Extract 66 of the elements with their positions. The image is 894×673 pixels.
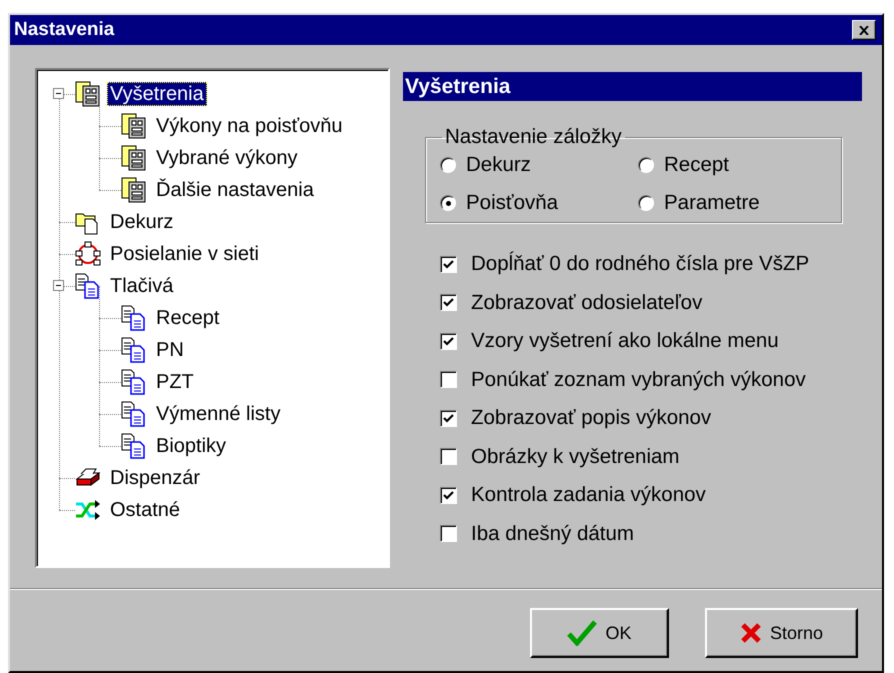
documents-icon bbox=[75, 273, 101, 299]
tree-item[interactable]: Ďalšie nastavenia bbox=[153, 178, 317, 202]
radio-button[interactable] bbox=[638, 157, 654, 173]
checkbox-label[interactable]: Obrázky k vyšetreniam bbox=[471, 444, 680, 469]
radio-label[interactable]: Poisťovňa bbox=[466, 191, 558, 215]
checkmark-icon bbox=[443, 258, 454, 270]
tree-item[interactable]: Dispenzár bbox=[107, 466, 204, 490]
tree-item[interactable]: Posielanie v sieti bbox=[107, 242, 262, 266]
checkbox-label[interactable]: Kontrola zadania výkonov bbox=[471, 483, 706, 508]
radio-button[interactable] bbox=[440, 157, 456, 173]
group-title: Nastavenie záložky bbox=[444, 125, 623, 149]
documents-icon bbox=[121, 305, 147, 331]
checkbox[interactable] bbox=[440, 486, 457, 504]
form-icon bbox=[75, 81, 101, 107]
form-icon bbox=[121, 177, 147, 203]
checkbox-label[interactable]: Iba dnešný dátum bbox=[471, 522, 634, 546]
network-icon bbox=[75, 241, 101, 267]
cross-icon bbox=[740, 622, 762, 644]
checkbox-label[interactable]: Vzory vyšetrení ako lokálne menu bbox=[471, 329, 779, 354]
collapse-toggle[interactable] bbox=[53, 88, 64, 99]
checkbox-label[interactable]: Zobrazovať odosielateľov bbox=[471, 290, 702, 315]
window-title: Nastavenia bbox=[14, 19, 114, 41]
close-button[interactable] bbox=[852, 20, 876, 40]
tree-item[interactable]: Recept bbox=[153, 306, 222, 330]
collapse-toggle[interactable] bbox=[53, 280, 64, 291]
shuffle-arrows-icon bbox=[75, 497, 101, 523]
checkmark-icon bbox=[443, 297, 454, 308]
checkmark-icon bbox=[567, 620, 598, 646]
checkbox-label[interactable]: Ponúkať zoznam vybraných výkonov bbox=[471, 368, 806, 392]
documents-icon bbox=[121, 337, 147, 363]
radio-button[interactable] bbox=[638, 195, 654, 211]
radio-label[interactable]: Parametre bbox=[664, 191, 760, 215]
checkbox[interactable] bbox=[440, 294, 457, 312]
radio-label[interactable]: Dekurz bbox=[466, 153, 531, 177]
close-icon bbox=[859, 26, 869, 34]
checkbox-label[interactable]: Zobrazovať popis výkonov bbox=[471, 406, 712, 430]
radio-label[interactable]: Recept bbox=[664, 153, 729, 177]
checkbox[interactable] bbox=[440, 371, 457, 388]
panel-title: Vyšetrenia bbox=[403, 72, 862, 101]
documents-icon bbox=[121, 369, 147, 395]
tree-item[interactable]: Výmenné listy bbox=[153, 402, 284, 426]
documents-icon bbox=[121, 401, 147, 427]
checkbox[interactable] bbox=[440, 332, 457, 350]
tree-item[interactable]: Výkony na poisťovňu bbox=[153, 114, 346, 138]
tree-item[interactable]: Vyšetrenia bbox=[107, 82, 207, 106]
checkbox[interactable] bbox=[440, 410, 457, 427]
tree-item[interactable]: Tlačivá bbox=[107, 274, 176, 298]
checkbox[interactable] bbox=[440, 448, 457, 466]
checkbox-label[interactable]: Dopĺňať 0 do rodného čísla pre VšZP bbox=[471, 252, 810, 276]
tree-item[interactable]: Ostatné bbox=[107, 498, 184, 522]
tree-item[interactable]: Dekurz bbox=[107, 210, 176, 234]
cancel-button[interactable]: Storno bbox=[705, 608, 858, 658]
checkmark-icon bbox=[443, 490, 454, 501]
tree-item[interactable]: Bioptiky bbox=[153, 434, 230, 458]
tree-item[interactable]: PZT bbox=[153, 370, 197, 394]
form-icon bbox=[121, 145, 147, 171]
checkbox[interactable] bbox=[440, 525, 457, 542]
checkbox[interactable] bbox=[440, 256, 457, 273]
tree-item[interactable]: PN bbox=[153, 338, 187, 362]
checkmark-icon bbox=[443, 336, 454, 347]
checkmark-icon bbox=[443, 412, 454, 424]
documents-icon bbox=[121, 433, 147, 459]
radio-button[interactable] bbox=[440, 195, 456, 211]
tree-item[interactable]: Vybrané výkony bbox=[153, 146, 301, 170]
ok-button[interactable]: OK bbox=[530, 608, 669, 658]
form-icon bbox=[121, 113, 147, 139]
